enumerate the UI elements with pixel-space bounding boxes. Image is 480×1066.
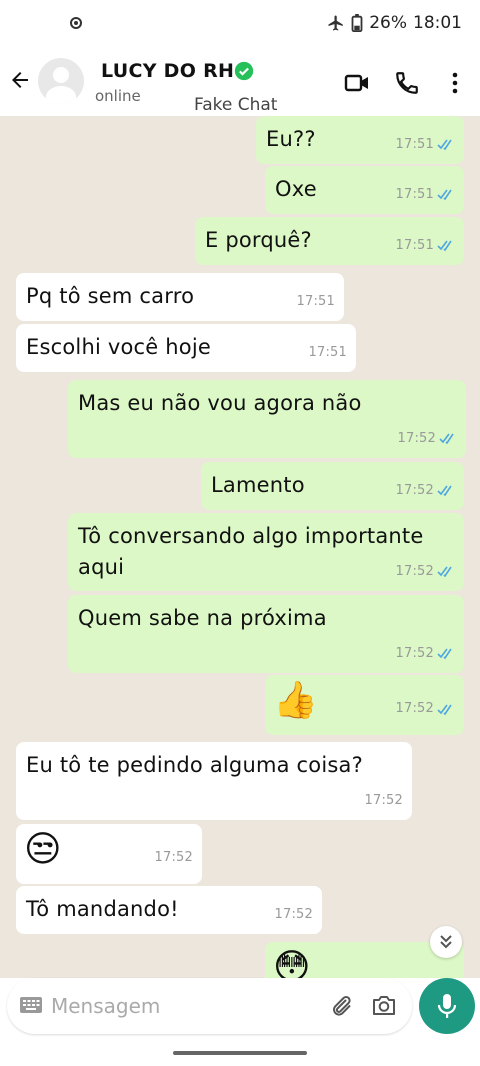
- message-outgoing[interactable]: E porquê? 17:51: [195, 217, 464, 265]
- read-ticks-icon: [437, 566, 452, 577]
- message-time: 17:51: [395, 238, 434, 253]
- message-text: Mas eu não vou agora não: [78, 391, 362, 415]
- message-text: E porquê?: [205, 228, 312, 252]
- more-options-icon[interactable]: [442, 70, 468, 96]
- read-ticks-icon: [437, 704, 452, 715]
- message-emoji: 👍: [273, 680, 319, 721]
- read-ticks-icon: [437, 648, 452, 659]
- message-time: 17:51: [395, 137, 434, 152]
- battery-level: 26%: [369, 13, 407, 33]
- message-text: Eu tô te pedindo alguma coisa?: [26, 753, 363, 777]
- read-ticks-icon: [437, 189, 452, 200]
- chat-area[interactable]: Eu?? 17:51 Oxe 17:51 E porquê? 17:51 Pq …: [0, 116, 480, 978]
- system-nav-bar: [0, 1038, 480, 1066]
- clock: 18:01: [413, 13, 462, 33]
- message-text: Eu??: [266, 127, 316, 151]
- notification-icon: [70, 17, 82, 29]
- message-outgoing[interactable]: 👍 17:52: [265, 675, 464, 735]
- camera-icon[interactable]: [371, 993, 397, 1017]
- message-text: Tô mandando!: [26, 897, 179, 921]
- avatar[interactable]: [38, 58, 84, 104]
- message-text: Escolhi você hoje: [26, 335, 211, 359]
- battery-icon: [351, 14, 363, 32]
- scroll-to-bottom-button[interactable]: [430, 926, 462, 958]
- message-time: 17:52: [395, 564, 434, 579]
- message-text: Oxe: [275, 177, 317, 201]
- message-time: 17:51: [308, 345, 347, 360]
- message-composer[interactable]: Mensagem: [7, 978, 412, 1034]
- video-call-icon[interactable]: [344, 70, 370, 96]
- message-text: Lamento: [211, 473, 305, 497]
- contact-name[interactable]: LUCY DO RH: [101, 60, 234, 82]
- message-incoming[interactable]: Pq tô sem carro 17:51: [16, 273, 344, 321]
- chat-header: LUCY DO RH online Fake Chat: [0, 50, 480, 116]
- message-time: 17:52: [397, 431, 436, 446]
- message-text: Quem sabe na próxima: [78, 606, 327, 630]
- message-time: 17:52: [395, 483, 434, 498]
- attach-icon[interactable]: [329, 994, 353, 1018]
- airplane-icon: [328, 15, 343, 31]
- message-outgoing[interactable]: Oxe 17:51: [265, 166, 464, 214]
- message-text: Pq tô sem carro: [26, 284, 195, 308]
- message-incoming[interactable]: Eu tô te pedindo alguma coisa? 17:52: [16, 742, 412, 820]
- message-incoming[interactable]: Escolhi você hoje 17:51: [16, 324, 356, 372]
- message-time: 17:52: [154, 850, 193, 865]
- keyboard-icon[interactable]: [19, 996, 43, 1014]
- back-arrow-icon[interactable]: [8, 68, 32, 92]
- message-time: 17:51: [296, 294, 335, 309]
- chevron-double-down-icon: [440, 935, 452, 949]
- message-time: 17:52: [274, 907, 313, 922]
- phone-icon[interactable]: [394, 70, 420, 96]
- message-outgoing[interactable]: Quem sabe na próxima 17:52: [68, 595, 464, 673]
- read-ticks-icon: [437, 139, 452, 150]
- message-time: 17:52: [395, 701, 434, 716]
- read-ticks-icon: [439, 433, 454, 444]
- verified-icon: [234, 61, 254, 81]
- message-emoji: 😒: [24, 829, 62, 870]
- message-input[interactable]: Mensagem: [51, 994, 160, 1018]
- message-time: 17:52: [395, 646, 434, 661]
- message-outgoing[interactable]: Eu?? 17:51: [256, 116, 464, 164]
- message-incoming[interactable]: 😒 17:52: [16, 824, 202, 884]
- message-outgoing[interactable]: Tô conversando algo importante aqui 17:5…: [68, 513, 464, 591]
- message-text: Tô conversando algo importante aqui: [78, 524, 424, 579]
- microphone-icon: [437, 994, 457, 1018]
- fake-chat-label: Fake Chat: [194, 95, 278, 115]
- message-incoming[interactable]: Tô mandando! 17:52: [16, 886, 322, 934]
- message-outgoing[interactable]: Mas eu não vou agora não 17:52: [68, 380, 466, 458]
- home-gesture-bar[interactable]: [173, 1051, 307, 1055]
- contact-status: online: [95, 87, 141, 105]
- read-ticks-icon: [437, 485, 452, 496]
- message-emoji: 😳: [273, 947, 311, 978]
- message-outgoing[interactable]: Lamento 17:52: [201, 462, 464, 510]
- message-time: 17:51: [395, 187, 434, 202]
- read-ticks-icon: [437, 240, 452, 251]
- message-time: 17:52: [364, 793, 403, 808]
- status-right: 26% 18:01: [327, 13, 462, 33]
- voice-message-button[interactable]: [419, 978, 475, 1034]
- status-bar: 26% 18:01: [0, 0, 480, 50]
